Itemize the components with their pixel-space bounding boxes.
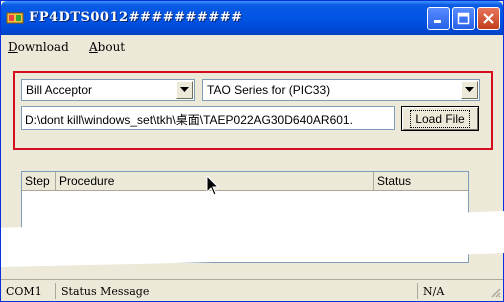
- menu-download-accel: D: [8, 40, 18, 54]
- device-type-value: Bill Acceptor: [26, 83, 93, 97]
- minimize-button[interactable]: [427, 7, 450, 30]
- title-bar[interactable]: FP4DTS0012##########: [1, 1, 503, 35]
- mouse-cursor-icon: [206, 175, 220, 196]
- menu-download-label: ownload: [17, 40, 69, 54]
- close-button[interactable]: [477, 7, 500, 30]
- series-dropdown-button[interactable]: [461, 81, 478, 99]
- menu-bar: Download About: [1, 35, 503, 59]
- list-header: Step Procedure Status: [22, 172, 468, 191]
- status-divider: [417, 283, 418, 299]
- status-divider: [55, 283, 56, 299]
- chevron-down-icon: [180, 87, 189, 92]
- device-type-select[interactable]: Bill Acceptor: [21, 79, 195, 101]
- column-header-status[interactable]: Status: [374, 172, 468, 191]
- resize-grip-icon[interactable]: [489, 286, 501, 298]
- load-file-label: Load File: [410, 109, 470, 128]
- status-port: COM1: [6, 285, 42, 298]
- maximize-button[interactable]: [452, 7, 475, 30]
- device-type-dropdown-button[interactable]: [176, 81, 193, 99]
- minimize-icon: [434, 20, 441, 23]
- status-bar: COM1 Status Message N/A: [1, 279, 503, 301]
- menu-about-label: bout: [97, 40, 126, 54]
- series-select[interactable]: TAO Series for (PIC33): [202, 79, 480, 101]
- menu-download[interactable]: Download: [8, 40, 69, 54]
- window-title: FP4DTS0012##########: [29, 10, 243, 25]
- maximize-icon: [457, 12, 470, 25]
- app-icon: [6, 12, 24, 24]
- menu-about[interactable]: About: [89, 40, 125, 54]
- status-message: Status Message: [61, 285, 150, 298]
- chevron-down-icon: [465, 87, 474, 92]
- file-path-value: D:\dont kill\windows_set\tkh\桌面\TAEP022A…: [25, 113, 353, 127]
- file-path-field[interactable]: D:\dont kill\windows_set\tkh\桌面\TAEP022A…: [21, 106, 395, 130]
- menu-about-accel: A: [89, 40, 98, 54]
- series-value: TAO Series for (PIC33): [207, 83, 331, 97]
- column-header-step[interactable]: Step: [22, 172, 56, 191]
- status-value: N/A: [423, 285, 445, 298]
- app-window: FP4DTS0012########## Download About Bill…: [0, 0, 504, 302]
- close-icon: [483, 13, 494, 24]
- load-file-button[interactable]: Load File: [401, 106, 479, 131]
